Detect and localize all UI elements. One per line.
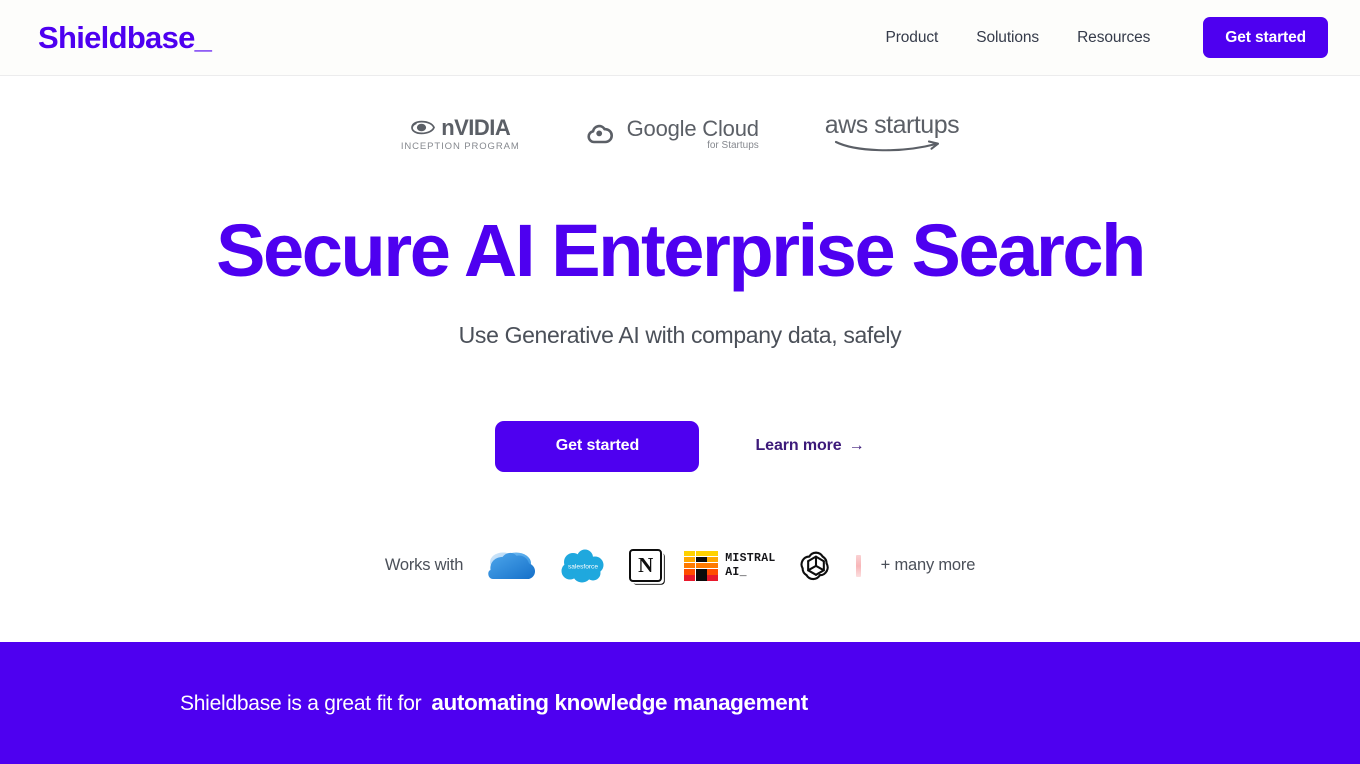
salesforce-logo[interactable]: salesforce — [559, 544, 607, 588]
nav-link-resources[interactable]: Resources — [1058, 21, 1169, 55]
hero-learn-more-link[interactable]: Learn more → — [755, 437, 864, 455]
onedrive-logo[interactable] — [485, 544, 537, 588]
partial-logo-sliver — [855, 554, 861, 577]
nav-link-product[interactable]: Product — [866, 21, 957, 55]
onedrive-cloud-icon — [488, 552, 536, 579]
google-cloud-wordmark: Google Cloud — [626, 115, 759, 141]
works-with-row: Works with salesforce N MISTRAL AI_ + ma… — [385, 544, 975, 588]
hero-get-started-button[interactable]: Get started — [495, 420, 700, 472]
banner-text-line: Shieldbase is a great fit for automating… — [180, 690, 808, 716]
notion-logo[interactable]: N — [629, 544, 663, 588]
arrow-right-icon: → — [848, 437, 865, 455]
fit-for-banner: Shieldbase is a great fit for automating… — [0, 642, 1360, 764]
brand-logo[interactable]: Shieldbase_ — [38, 22, 212, 53]
mistral-wordmark: MISTRAL AI_ — [725, 552, 776, 579]
nvidia-wordmark: nVIDIA — [441, 114, 511, 140]
banner-highlight: automating knowledge management — [431, 690, 808, 715]
learn-more-label: Learn more — [755, 437, 842, 455]
aws-smile-arrow-icon — [834, 140, 940, 152]
notion-n-glyph: N — [629, 549, 663, 583]
aws-startups-wordmark: aws startups — [824, 111, 960, 139]
hero-headline: Secure AI Enterprise Search — [216, 209, 1146, 292]
salesforce-cloud-icon: salesforce — [561, 549, 604, 583]
banner-prefix: Shieldbase is a great fit for — [180, 692, 422, 715]
works-with-label: Works with — [384, 556, 464, 575]
hero-section: nVIDIA INCEPTION PROGRAM Google Cloud fo… — [0, 76, 1360, 642]
mistral-mark-icon — [684, 550, 719, 581]
aws-startups-logo: aws startups — [824, 111, 960, 155]
main-navigation: Product Solutions Resources — [866, 21, 1169, 55]
openai-blossom-icon — [800, 551, 829, 580]
google-cloud-for-startups-logo: Google Cloud for Startups — [586, 117, 759, 151]
hero-subheadline: Use Generative AI with company data, saf… — [458, 321, 902, 348]
nav-link-solutions[interactable]: Solutions — [957, 21, 1058, 55]
nvidia-eye-icon — [411, 120, 436, 135]
openai-logo[interactable] — [798, 544, 834, 588]
nvidia-program-label: INCEPTION PROGRAM — [400, 140, 520, 152]
landing-page: Shieldbase_ Product Solutions Resources … — [0, 0, 1360, 764]
mistral-ai-logo[interactable]: MISTRAL AI_ — [684, 544, 775, 588]
salesforce-wordmark: salesforce — [568, 563, 598, 570]
backer-logo-strip: nVIDIA INCEPTION PROGRAM Google Cloud fo… — [400, 98, 960, 170]
works-with-more-label: + many more — [880, 556, 976, 575]
nvidia-inception-program-logo: nVIDIA INCEPTION PROGRAM — [400, 114, 520, 152]
google-cloud-startups-label: for Startups — [707, 140, 759, 152]
header-right-group: Product Solutions Resources Get started — [866, 17, 1328, 58]
site-header: Shieldbase_ Product Solutions Resources … — [0, 0, 1360, 76]
google-cloud-icon — [587, 124, 613, 144]
hero-cta-group: Get started Learn more → — [495, 420, 865, 472]
header-get-started-button[interactable]: Get started — [1203, 17, 1328, 58]
